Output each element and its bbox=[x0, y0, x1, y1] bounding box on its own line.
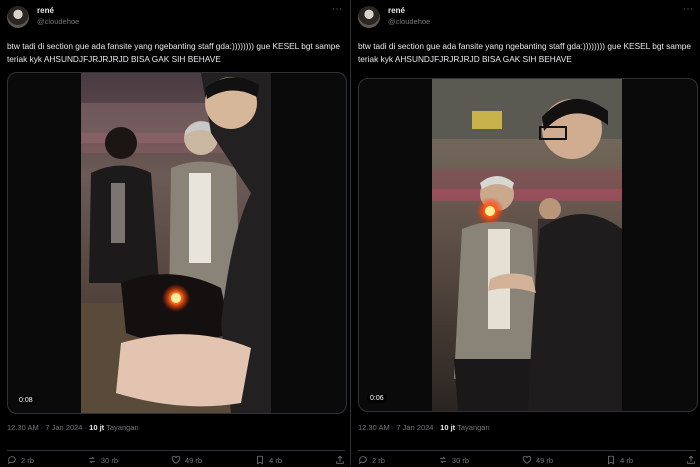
more-options-icon[interactable]: ⋯ bbox=[683, 4, 693, 15]
views-label: Tayangan bbox=[457, 423, 490, 432]
more-options-icon[interactable]: ⋯ bbox=[332, 4, 342, 15]
bookmark-icon bbox=[606, 455, 616, 465]
action-bar: 2 rb 30 rb 49 rb 4 rb bbox=[7, 450, 345, 467]
like-count: 49 rb bbox=[535, 455, 554, 465]
heart-icon bbox=[522, 455, 532, 465]
bookmark-count: 4 rb bbox=[269, 455, 282, 465]
timestamp[interactable]: 12.30 AM · 7 Jan 2024 · bbox=[7, 423, 87, 432]
user-name[interactable]: rené bbox=[37, 6, 54, 15]
tweet-meta: 12.30 AM · 7 Jan 2024 · 10 jt Tayangan bbox=[358, 423, 490, 432]
repost-count: 30 rb bbox=[100, 455, 119, 465]
video-player[interactable]: 0:06 bbox=[358, 78, 698, 412]
repost-icon bbox=[87, 455, 97, 465]
tweet-card[interactable]: rené @cloudehoe ⋯ btw tadi di section gu… bbox=[350, 0, 700, 465]
video-player[interactable]: 0:08 bbox=[7, 72, 347, 414]
reply-icon bbox=[7, 455, 17, 465]
tweet-card[interactable]: rené @cloudehoe ⋯ btw tadi di section gu… bbox=[0, 0, 350, 465]
user-name[interactable]: rené bbox=[388, 6, 405, 15]
repost-icon bbox=[438, 455, 448, 465]
repost-count: 30 rb bbox=[451, 455, 470, 465]
bookmark-icon bbox=[255, 455, 265, 465]
tweet-meta: 12.30 AM · 7 Jan 2024 · 10 jt Tayangan bbox=[7, 423, 139, 432]
video-duration: 0:08 bbox=[16, 396, 36, 405]
heart-icon bbox=[171, 455, 181, 465]
video-duration: 0:06 bbox=[367, 394, 387, 403]
user-handle[interactable]: @cloudehoe bbox=[388, 17, 430, 26]
user-handle[interactable]: @cloudehoe bbox=[37, 17, 79, 26]
tweet-text: btw tadi di section gue ada fansite yang… bbox=[7, 41, 340, 64]
share-icon bbox=[335, 455, 345, 465]
reply-count: 2 rb bbox=[372, 455, 385, 465]
reply-icon bbox=[358, 455, 368, 465]
video-frame bbox=[432, 79, 622, 411]
action-bar: 2 rb 30 rb 49 rb 4 rb bbox=[358, 450, 696, 467]
view-count: 10 jt bbox=[440, 423, 456, 432]
bookmark-count: 4 rb bbox=[620, 455, 633, 465]
view-count: 10 jt bbox=[89, 423, 105, 432]
tweet-text: btw tadi di section gue ada fansite yang… bbox=[358, 41, 691, 64]
views-label: Tayangan bbox=[106, 423, 139, 432]
like-count: 49 rb bbox=[184, 455, 203, 465]
timestamp[interactable]: 12.30 AM · 7 Jan 2024 · bbox=[358, 423, 438, 432]
video-frame bbox=[81, 73, 271, 413]
avatar[interactable] bbox=[7, 6, 29, 28]
share-icon bbox=[686, 455, 696, 465]
avatar[interactable] bbox=[358, 6, 380, 28]
reply-count: 2 rb bbox=[21, 455, 34, 465]
